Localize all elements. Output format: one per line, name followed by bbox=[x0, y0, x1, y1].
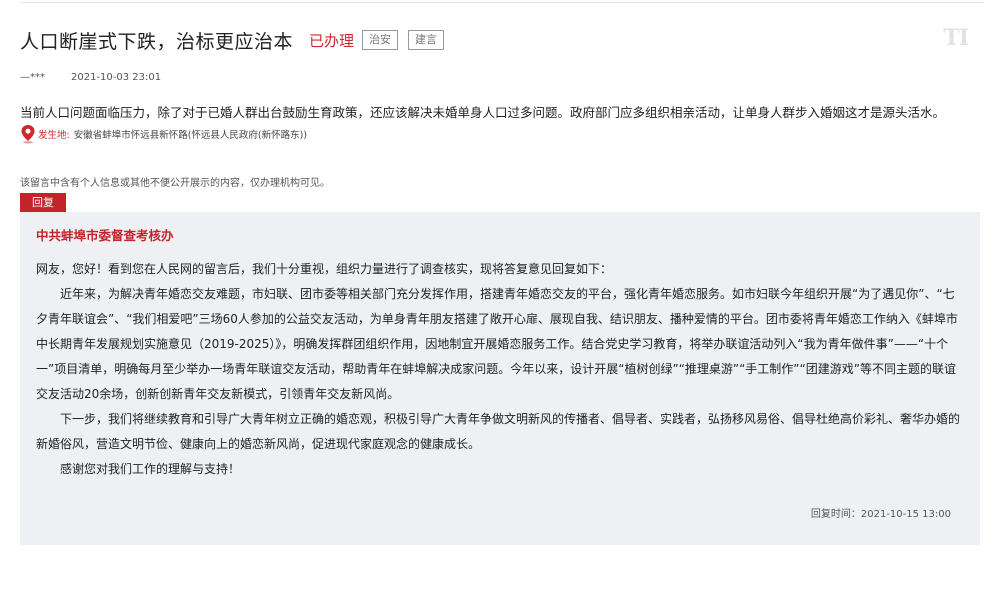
post-date: 2021-10-03 23:01 bbox=[71, 72, 162, 83]
corner-logo-icon: TI bbox=[943, 25, 969, 51]
reply-closing: 感谢您对我们工作的理解与支持！ bbox=[60, 462, 241, 476]
location-label: 发生地: bbox=[38, 130, 70, 141]
reply-greeting: 网友，您好！看到您在人民网的留言后，我们十分重视，组织力量进行了调查核实，现将答… bbox=[36, 262, 613, 276]
status-badge: 已办理 bbox=[309, 31, 355, 50]
message-meta: —*** 2021-10-03 23:01 bbox=[20, 72, 161, 83]
tag-public-security[interactable]: 治安 bbox=[362, 30, 399, 50]
reply-body: 网友，您好！看到您在人民网的留言后，我们十分重视，组织力量进行了调查核实，现将答… bbox=[36, 257, 964, 482]
reply-panel: 中共蚌埠市委督查考核办 网友，您好！看到您在人民网的留言后，我们十分重视，组织力… bbox=[20, 212, 980, 545]
reply-time: 回复时间：2021-10-15 13:00 bbox=[810, 509, 951, 520]
location-row: 发生地: 安徽省蚌埠市怀远县新怀路(怀远县人民政府(新怀路东)) bbox=[20, 124, 307, 144]
location-text: 安徽省蚌埠市怀远县新怀路(怀远县人民政府(新怀路东)) bbox=[73, 130, 308, 141]
page-title: 人口断崖式下跌，治标更应治本 bbox=[20, 30, 294, 53]
map-pin-icon bbox=[21, 125, 35, 144]
reply-paragraph-2: 下一步，我们将继续教育和引导广大青年树立正确的婚恋观，积极引导广大青年争做文明新… bbox=[36, 412, 961, 451]
message-content: 当前人口问题面临压力，除了对于已婚人群出台鼓励生育政策，还应该解决未婚单身人口过… bbox=[20, 105, 946, 120]
top-divider bbox=[20, 2, 984, 3]
privacy-notice: 该留言中含有个人信息或其他不便公开展示的内容，仅办理机构可见。 bbox=[20, 178, 330, 189]
tag-suggestion[interactable]: 建言 bbox=[408, 30, 445, 50]
reply-tab[interactable]: 回复 bbox=[20, 193, 66, 212]
title-row: 人口断崖式下跌，治标更应治本 已办理 治安 建言 bbox=[20, 27, 445, 53]
author: —*** bbox=[20, 72, 45, 83]
reply-organization: 中共蚌埠市委督查考核办 bbox=[36, 228, 174, 243]
reply-paragraph-1: 近年来，为解决青年婚恋交友难题，市妇联、团市委等相关部门充分发挥作用，搭建青年婚… bbox=[36, 287, 958, 401]
